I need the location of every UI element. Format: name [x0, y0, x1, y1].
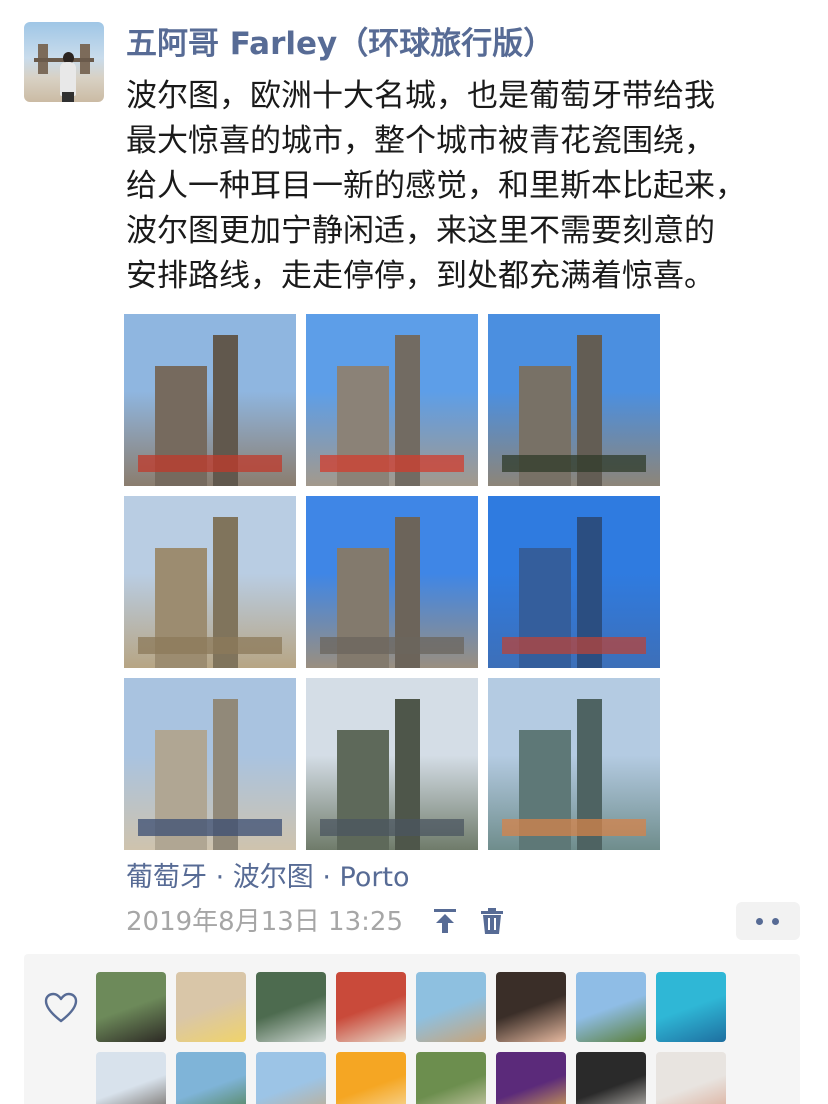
post-text: 波尔图，欧洲十大名城，也是葡萄牙带给我 最大惊喜的城市，整个城市被青花瓷围绕， …: [126, 74, 806, 299]
post-text-line: 最大惊喜的城市，整个城市被青花瓷围绕，: [126, 123, 715, 159]
author-name[interactable]: 五阿哥 Farley（环球旅行版）: [126, 22, 554, 66]
photo-accent: [501, 819, 647, 837]
timestamp: 2019年8月13日 13:25: [126, 907, 403, 937]
photo-accent: [137, 637, 283, 655]
photo-facade[interactable]: [124, 678, 296, 850]
heart-icon[interactable]: [44, 992, 78, 1024]
photo-ornate-building[interactable]: [124, 496, 296, 668]
post-text-line: 安排路线，走走停停，到处都充满着惊喜。: [126, 258, 715, 294]
liker-3[interactable]: [256, 972, 326, 1042]
liker-4[interactable]: [336, 972, 406, 1042]
liker-16[interactable]: [656, 1052, 726, 1104]
more-dots-icon[interactable]: [736, 902, 800, 940]
liker-13[interactable]: [416, 1052, 486, 1104]
post-text-line: 波尔图更加宁静闲适，来这里不需要刻意的: [126, 213, 715, 249]
photo-accent: [501, 455, 647, 473]
post-text-line: 波尔图，欧洲十大名城，也是葡萄牙带给我: [126, 78, 715, 114]
pin-top-icon[interactable]: [430, 906, 460, 936]
liker-7[interactable]: [576, 972, 646, 1042]
more-dot: [772, 918, 779, 925]
photo-clerigos-street[interactable]: [306, 314, 478, 486]
trash-icon[interactable]: [477, 906, 507, 936]
liker-10[interactable]: [176, 1052, 246, 1104]
avatar-person-legs: [62, 92, 74, 102]
liker-11[interactable]: [256, 1052, 326, 1104]
photo-clerigos-tower[interactable]: [306, 496, 478, 668]
liker-8[interactable]: [656, 972, 726, 1042]
photo-accent: [137, 455, 283, 473]
liker-1[interactable]: [96, 972, 166, 1042]
photo-riverside[interactable]: [488, 678, 660, 850]
photo-accent: [319, 637, 465, 655]
avatar-person-body: [60, 62, 76, 96]
photo-street[interactable]: [124, 314, 296, 486]
photo-azulejo-church[interactable]: [488, 496, 660, 668]
author-avatar[interactable]: [24, 22, 104, 102]
photo-statue[interactable]: [488, 314, 660, 486]
more-dot: [756, 918, 763, 925]
liker-15[interactable]: [576, 1052, 646, 1104]
liker-6[interactable]: [496, 972, 566, 1042]
liker-9[interactable]: [96, 1052, 166, 1104]
photo-accent: [137, 819, 283, 837]
liker-14[interactable]: [496, 1052, 566, 1104]
photo-bridge[interactable]: [306, 678, 478, 850]
liker-12[interactable]: [336, 1052, 406, 1104]
photo-accent: [319, 819, 465, 837]
liker-5[interactable]: [416, 972, 486, 1042]
post-text-line: 给人一种耳目一新的感觉，和里斯本比起来，: [126, 168, 746, 204]
liker-2[interactable]: [176, 972, 246, 1042]
photo-accent: [319, 455, 465, 473]
photo-accent: [501, 637, 647, 655]
location-link[interactable]: 葡萄牙 · 波尔图 · Porto: [126, 858, 410, 898]
